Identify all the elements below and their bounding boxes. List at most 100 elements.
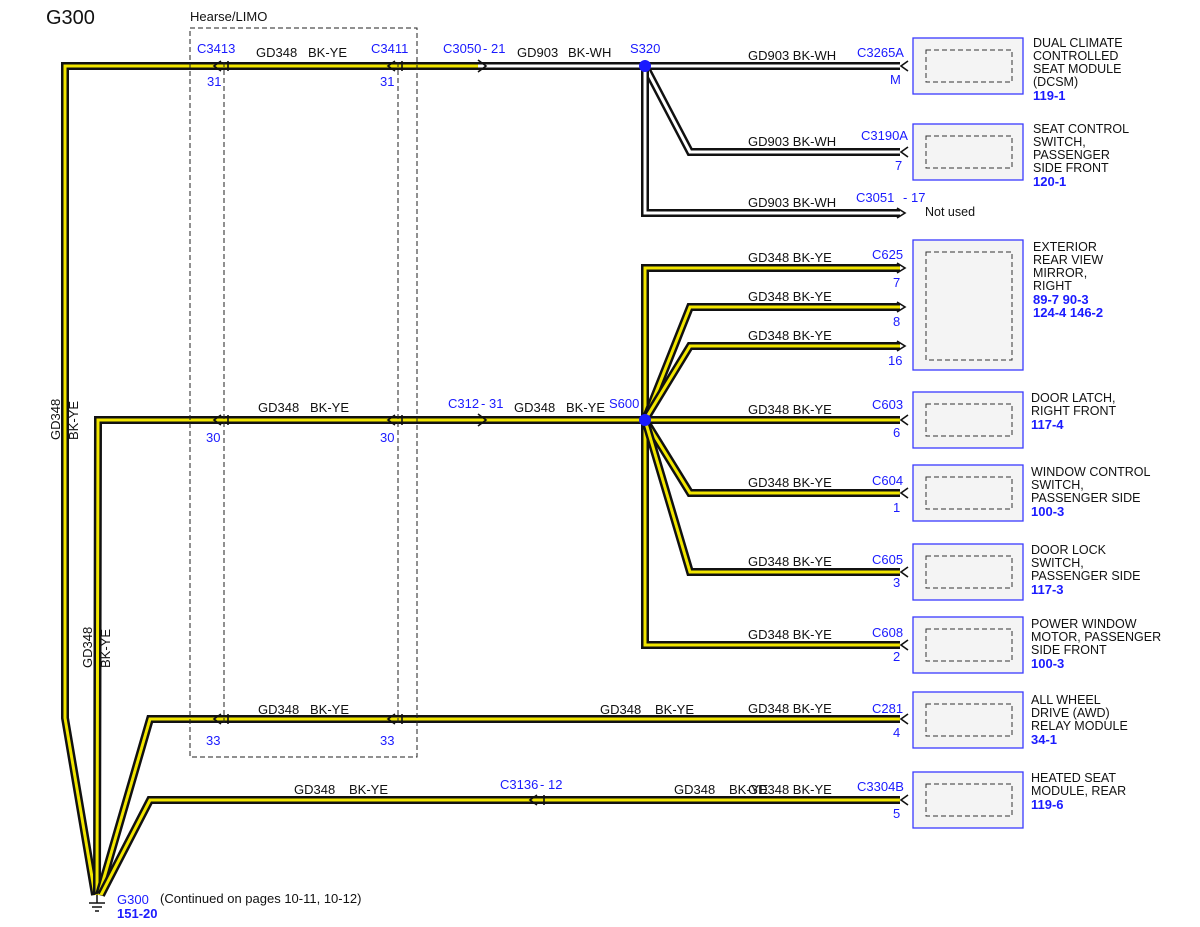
connector-pin: 5: [893, 806, 900, 821]
wire-circuit: GD348: [514, 400, 555, 415]
wire-circuit: GD348: [600, 702, 641, 717]
splice-label: S320: [630, 41, 660, 56]
connector-pin: 31: [489, 396, 503, 411]
component-heated-seat-module: [912, 771, 1024, 829]
component-name-line: REAR VIEW: [1033, 253, 1103, 267]
connector-id: C3304B: [857, 779, 904, 794]
wire-label: GD903 BK-WH: [748, 195, 836, 210]
wire-color: BK-YE: [349, 782, 388, 797]
connector-id: C3265A: [857, 45, 904, 60]
connector-pin: 31: [380, 74, 394, 89]
page-reference: 34-1: [1031, 732, 1057, 747]
wire-label: GD348 BK-YE: [748, 782, 832, 797]
bk-wh-wires: [478, 62, 900, 217]
component-name-line: CONTROLLED: [1033, 49, 1118, 63]
connector-pin: 16: [888, 353, 902, 368]
connector-pin: 7: [893, 275, 900, 290]
connector-id: C3190A: [861, 128, 908, 143]
connector-id: C605: [872, 552, 903, 567]
connector-pin: M: [890, 72, 901, 87]
component-name-line: Not used: [925, 205, 975, 219]
component-boxes: [912, 37, 1024, 829]
splice-label: S600: [609, 396, 639, 411]
connector-separator: -: [903, 190, 907, 205]
page-reference: 119-6: [1031, 797, 1064, 812]
component-name-line: ALL WHEEL: [1031, 693, 1101, 707]
component-name-line: MODULE, REAR: [1031, 784, 1126, 798]
component-name-line: SWITCH,: [1033, 135, 1086, 149]
inline-connector-arrows: [212, 59, 545, 806]
component-name-line: DOOR LATCH,: [1031, 391, 1116, 405]
connector-id: C604: [872, 473, 903, 488]
page-reference: 117-3: [1031, 582, 1064, 597]
component-awd-relay: [912, 691, 1024, 749]
component-power-window-motor: [912, 616, 1024, 674]
component-name-line: HEATED SEAT: [1031, 771, 1116, 785]
component-name-line: EXTERIOR: [1033, 240, 1097, 254]
component-seat-control-switch: [912, 123, 1024, 181]
component-name-line: SWITCH,: [1031, 478, 1084, 492]
connector-pin: 31: [207, 74, 221, 89]
component-door-lock-switch: [912, 543, 1024, 601]
wire-circuit: GD903: [517, 45, 558, 60]
connector-id: C3413: [197, 41, 235, 56]
wire-circuit: GD348: [258, 702, 299, 717]
wire-color: BK-YE: [310, 400, 349, 415]
component-name-line: PASSENGER SIDE: [1031, 569, 1141, 583]
component-name-line: DRIVE (AWD): [1031, 706, 1110, 720]
component-name-line: SIDE FRONT: [1033, 161, 1109, 175]
vertical-circuit-label: GD348: [80, 627, 95, 668]
connector-pin: 17: [911, 190, 925, 205]
connector-id: C3050: [443, 41, 481, 56]
wire-color: BK-WH: [568, 45, 611, 60]
ground-ref: 151-20: [117, 906, 157, 921]
wire-label: GD348 BK-YE: [748, 402, 832, 417]
connector-pin: 33: [380, 733, 394, 748]
connector-id: C312: [448, 396, 479, 411]
component-name-line: POWER WINDOW: [1031, 617, 1137, 631]
connector-pin: 8: [893, 314, 900, 329]
page-reference: 100-3: [1031, 504, 1064, 519]
vertical-circuit-label: GD348: [48, 399, 63, 440]
splice-s320: [639, 60, 651, 72]
wire-label: GD903 BK-WH: [748, 134, 836, 149]
connector-id: C603: [872, 397, 903, 412]
wire-label: GD348 BK-YE: [748, 627, 832, 642]
connector-pin: 1: [893, 500, 900, 515]
wire-circuit: GD348: [674, 782, 715, 797]
wire-label: GD348 BK-YE: [748, 554, 832, 569]
component-dcsm: [912, 37, 1024, 95]
wire-label: GD348 BK-YE: [748, 328, 832, 343]
page-reference: 100-3: [1031, 656, 1064, 671]
component-name-line: SEAT MODULE: [1033, 62, 1121, 76]
vertical-color-label: BK-YE: [66, 401, 81, 440]
component-name-line: DOOR LOCK: [1031, 543, 1107, 557]
component-mirror: [912, 239, 1024, 371]
page-reference: 119-1: [1033, 88, 1066, 103]
wire-label: GD348 BK-YE: [748, 701, 832, 716]
wire-color: BK-YE: [566, 400, 605, 415]
connector-pin: 7: [895, 158, 902, 173]
component-name-line: WINDOW CONTROL: [1031, 465, 1150, 479]
component-door-latch: [912, 391, 1024, 449]
component-name-line: RIGHT FRONT: [1031, 404, 1117, 418]
ground-label: G300: [117, 892, 149, 907]
page-reference: 117-4: [1031, 417, 1064, 432]
wire-circuit: GD348: [294, 782, 335, 797]
wire-color: BK-YE: [308, 45, 347, 60]
hearse-limo-label: Hearse/LIMO: [190, 9, 267, 24]
connector-pin: 30: [206, 430, 220, 445]
ground-note: (Continued on pages 10-11, 10-12): [160, 891, 361, 906]
connector-pin: 4: [893, 725, 900, 740]
component-name-line: SEAT CONTROL: [1033, 122, 1129, 136]
connector-id: C608: [872, 625, 903, 640]
wire-circuit: GD348: [256, 45, 297, 60]
wire-color: BK-YE: [310, 702, 349, 717]
wire-label: GD348 BK-YE: [748, 475, 832, 490]
component-name-line: SWITCH,: [1031, 556, 1084, 570]
vertical-color-label: BK-YE: [98, 629, 113, 668]
component-name-line: RELAY MODULE: [1031, 719, 1128, 733]
connector-pin: 2: [893, 649, 900, 664]
component-name-line: PASSENGER: [1033, 148, 1110, 162]
connector-pin: 21: [491, 41, 505, 56]
